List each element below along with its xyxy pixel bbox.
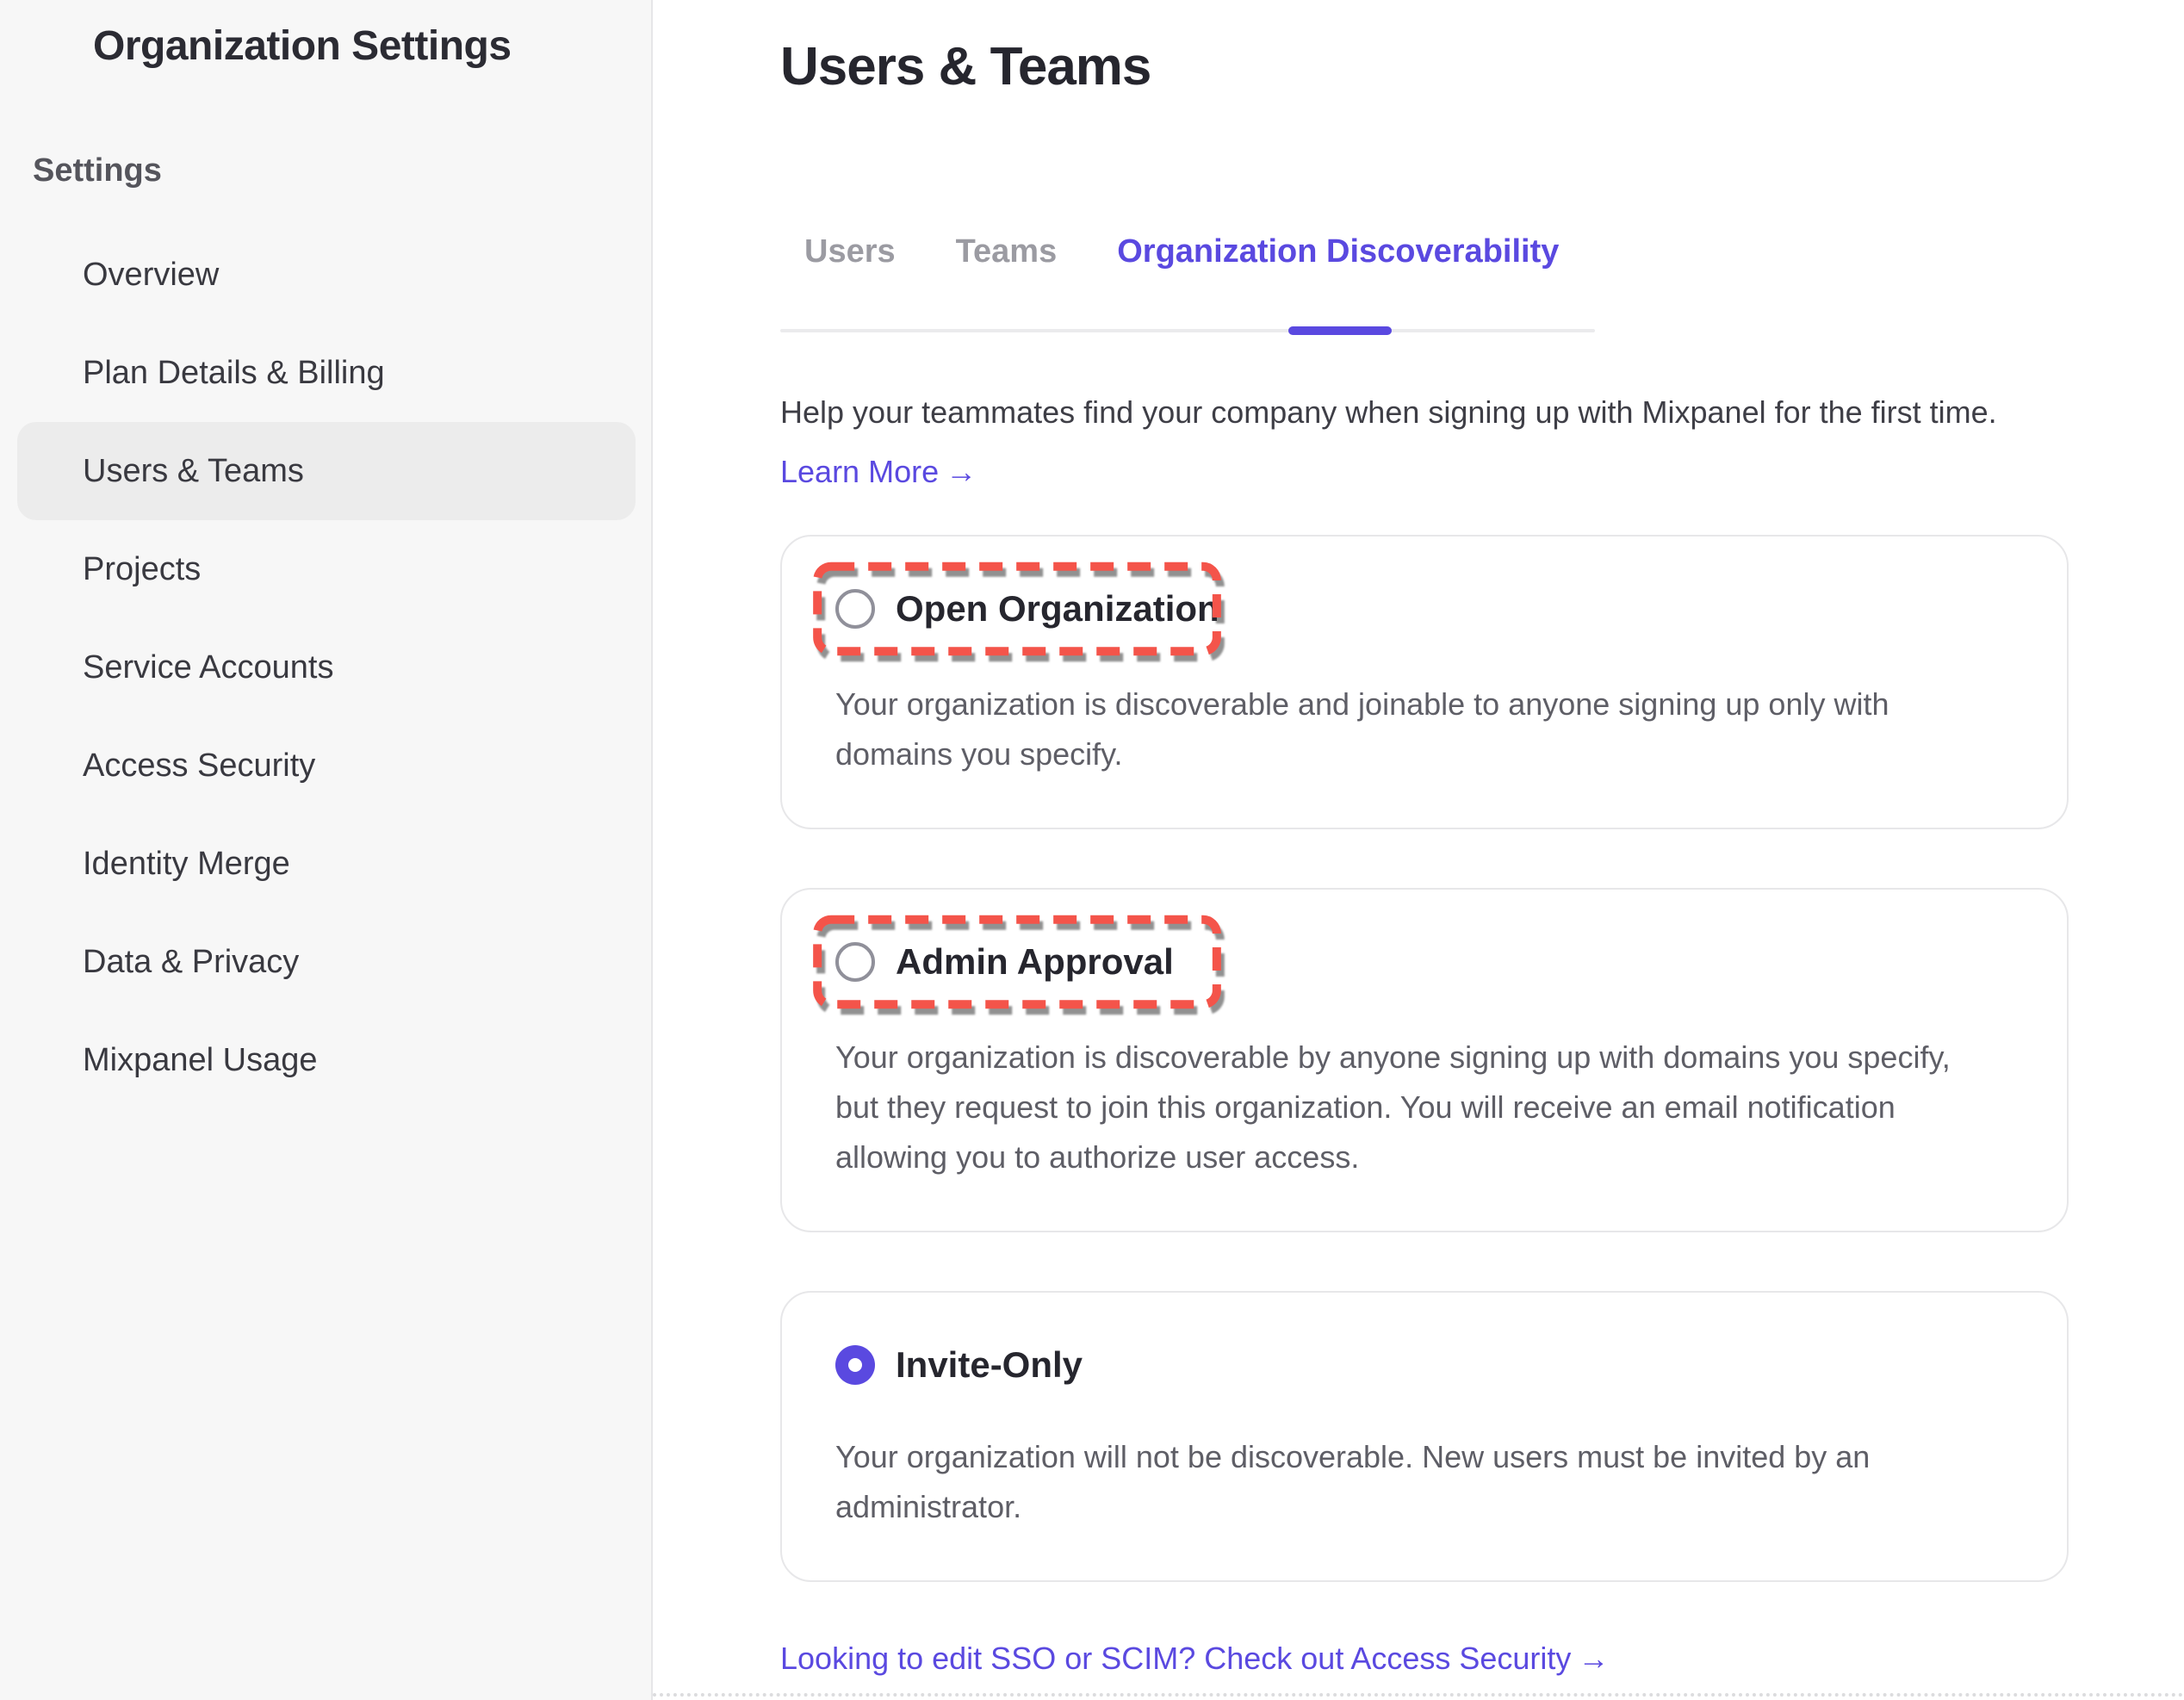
option-row: Invite-Only — [835, 1344, 1083, 1386]
option-description: Your organization is discoverable and jo… — [835, 679, 1989, 779]
tabs: Users Teams Organization Discoverability — [780, 233, 1595, 329]
tab-users[interactable]: Users — [804, 233, 896, 329]
page-title: Users & Teams — [780, 36, 2184, 97]
learn-more-link[interactable]: Learn More→ — [780, 454, 977, 490]
option-card-open-organization: Open Organization Your organization is d… — [780, 535, 2069, 829]
learn-more-label: Learn More — [780, 454, 939, 489]
option-row: Admin Approval — [835, 941, 1174, 983]
tab-bar-divider — [780, 329, 1595, 332]
sidebar-item-label: Access Security — [83, 748, 315, 785]
bottom-dotted-divider — [653, 1693, 2184, 1697]
radio-admin-approval[interactable] — [835, 942, 875, 982]
option-description: Your organization will not be discoverab… — [835, 1432, 1989, 1532]
sidebar-item-data-privacy[interactable]: Data & Privacy — [17, 913, 636, 1011]
sidebar-item-overview[interactable]: Overview — [17, 226, 636, 324]
option-card-invite-only: Invite-Only Your organization will not b… — [780, 1291, 2069, 1582]
access-security-label: Looking to edit SSO or SCIM? Check out A… — [780, 1641, 1571, 1676]
sidebar-section-label: Settings — [33, 152, 651, 189]
radio-invite-only[interactable] — [835, 1345, 875, 1385]
sidebar-item-label: Plan Details & Billing — [83, 355, 385, 392]
option-card-admin-approval: Admin Approval Your organization is disc… — [780, 888, 2069, 1232]
sidebar-item-plan-details-billing[interactable]: Plan Details & Billing — [17, 324, 636, 422]
option-label-open-organization[interactable]: Open Organization — [896, 588, 1219, 630]
main-content: Users & Teams Users Teams Organization Dis… — [653, 0, 2184, 1700]
sidebar-item-identity-merge[interactable]: Identity Merge — [17, 815, 636, 913]
intro-text: Help your teammates find your company wh… — [780, 393, 2124, 433]
sidebar-item-label: Users & Teams — [83, 453, 304, 490]
tab-teams[interactable]: Teams — [956, 233, 1058, 329]
sidebar-item-label: Service Accounts — [83, 649, 333, 686]
sidebar-item-service-accounts[interactable]: Service Accounts — [17, 618, 636, 717]
tab-bar: Users Teams Organization Discoverability — [780, 233, 1595, 332]
sidebar-item-label: Overview — [83, 257, 219, 294]
option-label-invite-only[interactable]: Invite-Only — [896, 1344, 1083, 1386]
sidebar-item-label: Mixpanel Usage — [83, 1042, 317, 1079]
arrow-right-icon: → — [1578, 1641, 1609, 1677]
option-label-admin-approval[interactable]: Admin Approval — [896, 941, 1174, 983]
radio-inner-dot — [848, 1358, 862, 1372]
sidebar-item-label: Data & Privacy — [83, 944, 299, 981]
app-window: Organization Settings Settings Overview … — [0, 0, 2184, 1700]
sidebar-item-projects[interactable]: Projects — [17, 520, 636, 618]
sidebar-item-label: Identity Merge — [83, 846, 290, 883]
access-security-link[interactable]: Looking to edit SSO or SCIM? Check out A… — [780, 1641, 1609, 1677]
sidebar-nav: Overview Plan Details & Billing Users & … — [17, 226, 636, 1109]
sidebar-item-label: Projects — [83, 551, 201, 588]
sidebar-item-access-security[interactable]: Access Security — [17, 717, 636, 815]
discoverability-options: Open Organization Your organization is d… — [780, 535, 2184, 1582]
arrow-right-icon: → — [946, 454, 977, 490]
sidebar-item-mixpanel-usage[interactable]: Mixpanel Usage — [17, 1011, 636, 1109]
sidebar-title: Organization Settings — [93, 22, 651, 70]
radio-open-organization[interactable] — [835, 589, 875, 629]
option-row: Open Organization — [835, 588, 1219, 630]
option-description: Your organization is discoverable by any… — [835, 1033, 1989, 1182]
sidebar-item-users-teams[interactable]: Users & Teams — [17, 422, 636, 520]
settings-sidebar: Organization Settings Settings Overview … — [0, 0, 653, 1700]
active-tab-indicator — [1288, 326, 1392, 335]
tab-organization-discoverability[interactable]: Organization Discoverability — [1117, 233, 1559, 329]
